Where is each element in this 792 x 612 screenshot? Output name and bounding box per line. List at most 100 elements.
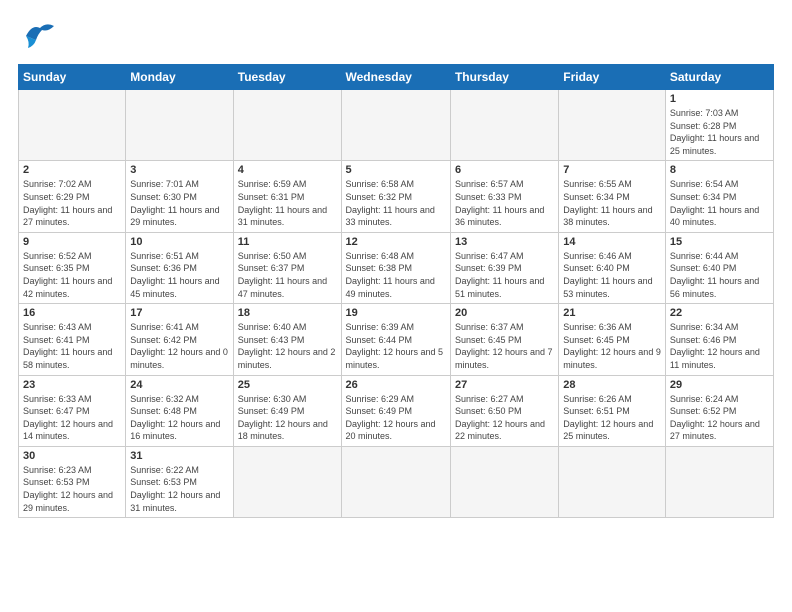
day-number: 21 <box>563 307 661 319</box>
day-info: Sunrise: 6:23 AM Sunset: 6:53 PM Dayligh… <box>23 464 121 514</box>
day-info: Sunrise: 6:32 AM Sunset: 6:48 PM Dayligh… <box>130 393 228 443</box>
day-info: Sunrise: 6:58 AM Sunset: 6:32 PM Dayligh… <box>346 178 446 228</box>
calendar-cell: 11 Sunrise: 6:50 AM Sunset: 6:37 PM Dayli… <box>233 232 341 303</box>
day-number: 24 <box>130 379 228 391</box>
calendar-week-6: 30 Sunrise: 6:23 AM Sunset: 6:53 PM Dayli… <box>19 446 774 517</box>
calendar-cell: 15 Sunrise: 6:44 AM Sunset: 6:40 PM Dayli… <box>665 232 773 303</box>
calendar-cell: 4 Sunrise: 6:59 AM Sunset: 6:31 PM Daylig… <box>233 161 341 232</box>
day-info: Sunrise: 6:24 AM Sunset: 6:52 PM Dayligh… <box>670 393 769 443</box>
day-number: 17 <box>130 307 228 319</box>
weekday-header-saturday: Saturday <box>665 65 773 90</box>
calendar-cell: 30 Sunrise: 6:23 AM Sunset: 6:53 PM Dayli… <box>19 446 126 517</box>
day-number: 15 <box>670 236 769 248</box>
logo-icon <box>18 16 62 56</box>
calendar-cell: 3 Sunrise: 7:01 AM Sunset: 6:30 PM Daylig… <box>126 161 233 232</box>
calendar-cell: 7 Sunrise: 6:55 AM Sunset: 6:34 PM Daylig… <box>559 161 666 232</box>
calendar-cell: 18 Sunrise: 6:40 AM Sunset: 6:43 PM Dayli… <box>233 304 341 375</box>
calendar-cell <box>341 90 450 161</box>
day-info: Sunrise: 7:03 AM Sunset: 6:28 PM Dayligh… <box>670 107 769 157</box>
day-number: 8 <box>670 164 769 176</box>
calendar-table: SundayMondayTuesdayWednesdayThursdayFrid… <box>18 64 774 518</box>
weekday-header-wednesday: Wednesday <box>341 65 450 90</box>
calendar-cell: 28 Sunrise: 6:26 AM Sunset: 6:51 PM Dayli… <box>559 375 666 446</box>
day-info: Sunrise: 6:34 AM Sunset: 6:46 PM Dayligh… <box>670 321 769 371</box>
day-number: 6 <box>455 164 554 176</box>
calendar-cell: 26Sunrise: 6:29 AM Sunset: 6:49 PM Dayli… <box>341 375 450 446</box>
calendar-cell: 22Sunrise: 6:34 AM Sunset: 6:46 PM Dayli… <box>665 304 773 375</box>
day-info: Sunrise: 6:22 AM Sunset: 6:53 PM Dayligh… <box>130 464 228 514</box>
day-info: Sunrise: 7:02 AM Sunset: 6:29 PM Dayligh… <box>23 178 121 228</box>
day-number: 16 <box>23 307 121 319</box>
calendar-cell: 17 Sunrise: 6:41 AM Sunset: 6:42 PM Dayli… <box>126 304 233 375</box>
calendar-cell: 27 Sunrise: 6:27 AM Sunset: 6:50 PM Dayli… <box>450 375 558 446</box>
day-info: Sunrise: 6:27 AM Sunset: 6:50 PM Dayligh… <box>455 393 554 443</box>
day-info: Sunrise: 6:48 AM Sunset: 6:38 PM Dayligh… <box>346 250 446 300</box>
day-number: 30 <box>23 450 121 462</box>
day-info: Sunrise: 6:37 AM Sunset: 6:45 PM Dayligh… <box>455 321 554 371</box>
calendar-week-2: 2 Sunrise: 7:02 AM Sunset: 6:29 PM Daylig… <box>19 161 774 232</box>
header <box>18 16 774 56</box>
day-number: 23 <box>23 379 121 391</box>
day-number: 3 <box>130 164 228 176</box>
day-number: 2 <box>23 164 121 176</box>
calendar-cell: 16Sunrise: 6:43 AM Sunset: 6:41 PM Dayli… <box>19 304 126 375</box>
weekday-header-row: SundayMondayTuesdayWednesdayThursdayFrid… <box>19 65 774 90</box>
day-info: Sunrise: 7:01 AM Sunset: 6:30 PM Dayligh… <box>130 178 228 228</box>
day-info: Sunrise: 6:46 AM Sunset: 6:40 PM Dayligh… <box>563 250 661 300</box>
calendar-cell: 31 Sunrise: 6:22 AM Sunset: 6:53 PM Dayli… <box>126 446 233 517</box>
calendar-cell: 2 Sunrise: 7:02 AM Sunset: 6:29 PM Daylig… <box>19 161 126 232</box>
day-info: Sunrise: 6:30 AM Sunset: 6:49 PM Dayligh… <box>238 393 337 443</box>
calendar-cell <box>559 446 666 517</box>
day-number: 31 <box>130 450 228 462</box>
calendar-cell: 24 Sunrise: 6:32 AM Sunset: 6:48 PM Dayli… <box>126 375 233 446</box>
day-number: 4 <box>238 164 337 176</box>
day-number: 10 <box>130 236 228 248</box>
calendar-cell: 10 Sunrise: 6:51 AM Sunset: 6:36 PM Dayli… <box>126 232 233 303</box>
weekday-header-friday: Friday <box>559 65 666 90</box>
page: SundayMondayTuesdayWednesdayThursdayFrid… <box>0 0 792 612</box>
day-info: Sunrise: 6:50 AM Sunset: 6:37 PM Dayligh… <box>238 250 337 300</box>
calendar-cell: 13 Sunrise: 6:47 AM Sunset: 6:39 PM Dayli… <box>450 232 558 303</box>
day-number: 18 <box>238 307 337 319</box>
day-number: 13 <box>455 236 554 248</box>
day-info: Sunrise: 6:54 AM Sunset: 6:34 PM Dayligh… <box>670 178 769 228</box>
day-info: Sunrise: 6:52 AM Sunset: 6:35 PM Dayligh… <box>23 250 121 300</box>
day-info: Sunrise: 6:57 AM Sunset: 6:33 PM Dayligh… <box>455 178 554 228</box>
calendar-cell: 29Sunrise: 6:24 AM Sunset: 6:52 PM Dayli… <box>665 375 773 446</box>
day-number: 11 <box>238 236 337 248</box>
weekday-header-thursday: Thursday <box>450 65 558 90</box>
calendar-cell <box>341 446 450 517</box>
calendar-cell: 12 Sunrise: 6:48 AM Sunset: 6:38 PM Dayli… <box>341 232 450 303</box>
day-info: Sunrise: 6:33 AM Sunset: 6:47 PM Dayligh… <box>23 393 121 443</box>
day-number: 12 <box>346 236 446 248</box>
day-info: Sunrise: 6:40 AM Sunset: 6:43 PM Dayligh… <box>238 321 337 371</box>
day-number: 20 <box>455 307 554 319</box>
day-info: Sunrise: 6:41 AM Sunset: 6:42 PM Dayligh… <box>130 321 228 371</box>
day-info: Sunrise: 6:47 AM Sunset: 6:39 PM Dayligh… <box>455 250 554 300</box>
day-number: 14 <box>563 236 661 248</box>
calendar-cell: 9 Sunrise: 6:52 AM Sunset: 6:35 PM Daylig… <box>19 232 126 303</box>
day-number: 27 <box>455 379 554 391</box>
calendar-cell: 19 Sunrise: 6:39 AM Sunset: 6:44 PM Dayli… <box>341 304 450 375</box>
day-info: Sunrise: 6:59 AM Sunset: 6:31 PM Dayligh… <box>238 178 337 228</box>
day-number: 28 <box>563 379 661 391</box>
day-info: Sunrise: 6:44 AM Sunset: 6:40 PM Dayligh… <box>670 250 769 300</box>
day-info: Sunrise: 6:55 AM Sunset: 6:34 PM Dayligh… <box>563 178 661 228</box>
day-number: 9 <box>23 236 121 248</box>
calendar-cell: 21Sunrise: 6:36 AM Sunset: 6:45 PM Dayli… <box>559 304 666 375</box>
weekday-header-sunday: Sunday <box>19 65 126 90</box>
calendar-cell <box>559 90 666 161</box>
calendar-cell: 23 Sunrise: 6:33 AM Sunset: 6:47 PM Dayli… <box>19 375 126 446</box>
calendar-week-1: 1 Sunrise: 7:03 AM Sunset: 6:28 PM Daylig… <box>19 90 774 161</box>
day-info: Sunrise: 6:29 AM Sunset: 6:49 PM Dayligh… <box>346 393 446 443</box>
calendar-cell: 6 Sunrise: 6:57 AM Sunset: 6:33 PM Daylig… <box>450 161 558 232</box>
calendar-cell: 1 Sunrise: 7:03 AM Sunset: 6:28 PM Daylig… <box>665 90 773 161</box>
day-number: 7 <box>563 164 661 176</box>
day-info: Sunrise: 6:39 AM Sunset: 6:44 PM Dayligh… <box>346 321 446 371</box>
day-number: 1 <box>670 93 769 105</box>
day-info: Sunrise: 6:51 AM Sunset: 6:36 PM Dayligh… <box>130 250 228 300</box>
day-info: Sunrise: 6:26 AM Sunset: 6:51 PM Dayligh… <box>563 393 661 443</box>
calendar-cell <box>450 90 558 161</box>
day-number: 19 <box>346 307 446 319</box>
calendar-cell <box>126 90 233 161</box>
